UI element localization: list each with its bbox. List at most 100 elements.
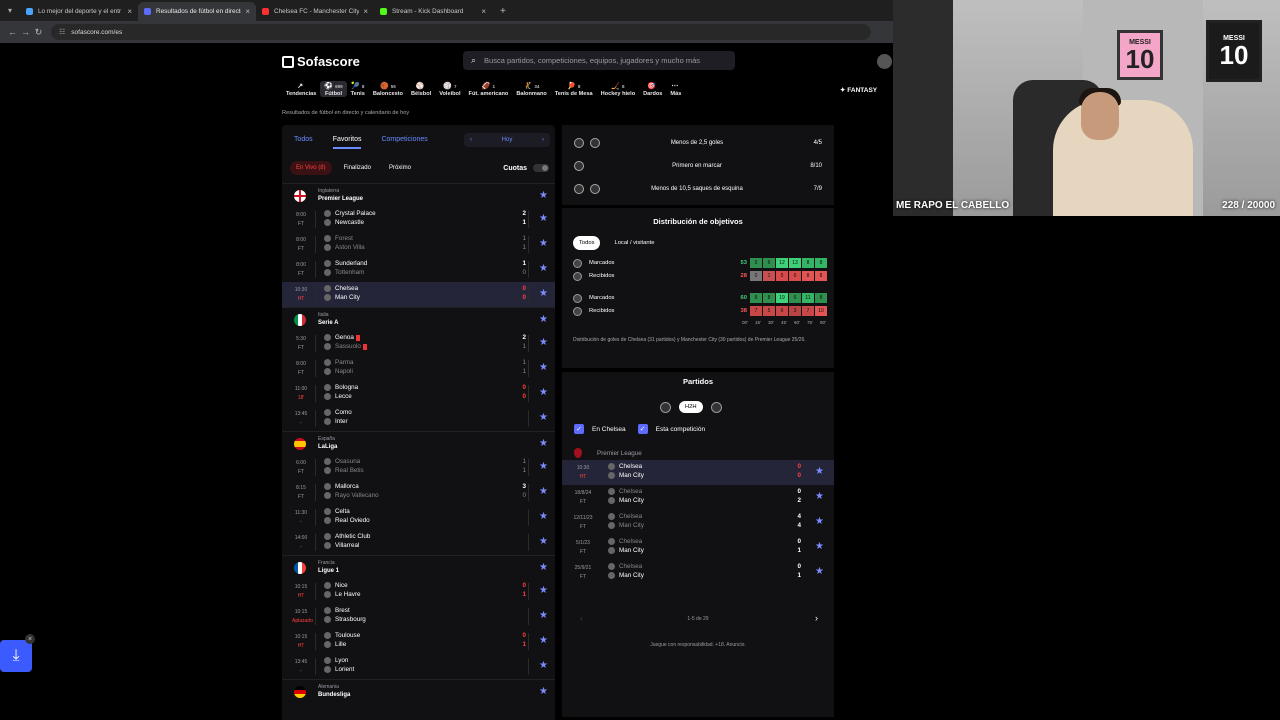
favorite-star-icon[interactable]: ★ (539, 288, 548, 299)
browser-tab[interactable]: Stream - Kick Dashboard × (374, 2, 492, 21)
match-row[interactable]: 8:15 FT Mallorca Rayo Vallecano 3 0 ★ (282, 480, 555, 505)
sport-tab[interactable]: 🏓 8 Tenis de Mesa (551, 81, 597, 97)
match-row[interactable]: 11:00 18' Bologna Lecce 0 0 ★ (282, 381, 555, 406)
reload-icon[interactable]: ↻ (32, 27, 45, 38)
new-tab-button[interactable]: + (492, 2, 514, 21)
sport-tab[interactable]: 🤾 34 Balonmano (512, 81, 550, 97)
favorite-star-icon[interactable]: ★ (539, 635, 548, 646)
favorite-star-icon[interactable]: ★ (539, 387, 548, 398)
odds-toggle[interactable]: Cuotas (503, 164, 549, 172)
h2h-match-row[interactable]: 12/11/23 FT Chelsea Man City 4 4 ★ (562, 510, 834, 535)
url-field[interactable]: ☷ sofascore.com/es (51, 24, 871, 40)
odds-switch[interactable] (533, 164, 549, 172)
favorite-star-icon[interactable]: ★ (539, 238, 548, 249)
sport-tab[interactable]: 🎾 8 Tenis (347, 81, 369, 97)
day-label[interactable]: Hoy (502, 137, 513, 143)
browser-tab[interactable]: Lo mejor del deporte y el entr × (20, 2, 138, 21)
favorite-star-icon[interactable]: ★ (539, 562, 548, 573)
tab-close-icon[interactable]: × (363, 7, 368, 16)
filter-upcoming[interactable]: Próximo (383, 161, 417, 175)
favorite-star-icon[interactable]: ★ (815, 491, 824, 502)
tab-close-icon[interactable]: × (127, 7, 132, 16)
close-icon[interactable]: × (25, 634, 35, 644)
sport-tab[interactable]: 🏒 8 Hockey hielo (597, 81, 640, 97)
h2h-match-row[interactable]: 18/8/24 FT Chelsea Man City 0 2 ★ (562, 485, 834, 510)
league-header[interactable]: Inglaterra Premier League ★ (282, 183, 555, 207)
sport-tab[interactable]: 🏐 7 Voleibol (435, 81, 464, 97)
tab-competiciones[interactable]: Competiciones (381, 136, 427, 143)
back-icon[interactable]: ← (6, 27, 19, 37)
filter-finished[interactable]: Finalizado (338, 161, 377, 175)
h2h-match-row[interactable]: 10:30 HT Chelsea Man City 0 0 ★ (562, 460, 834, 485)
favorite-star-icon[interactable]: ★ (815, 466, 824, 477)
match-row[interactable]: 8:00 FT Forest Aston Villa 1 1 ★ (282, 232, 555, 257)
favorite-star-icon[interactable]: ★ (539, 610, 548, 621)
favorite-star-icon[interactable]: ★ (539, 686, 548, 697)
sport-tab[interactable]: ↗ Tendencias (282, 81, 320, 97)
favorite-star-icon[interactable]: ★ (539, 461, 548, 472)
league-header[interactable]: España LaLiga ★ (282, 431, 555, 455)
sport-tab[interactable]: 🏈 1 Fút. americano (465, 81, 513, 97)
favorite-star-icon[interactable]: ★ (815, 566, 824, 577)
match-row[interactable]: 10:15 HT Toulouse Lille 0 1 ★ (282, 629, 555, 654)
esta-competicion-checkbox[interactable]: ✓ (637, 424, 648, 434)
match-row[interactable]: 5:30 FT Genoa Sassuolo 2 1 ★ (282, 331, 555, 356)
favorite-star-icon[interactable]: ★ (539, 585, 548, 596)
favorite-star-icon[interactable]: ★ (539, 511, 548, 522)
sport-tab[interactable]: ⚽ 699 Fútbol (320, 81, 347, 97)
favorite-star-icon[interactable]: ★ (539, 362, 548, 373)
chelsea-crest-icon[interactable] (660, 401, 671, 413)
sport-tab[interactable]: 🎯 Dardos (639, 81, 666, 97)
h2h-match-row[interactable]: 25/9/21 FT Chelsea Man City 0 1 ★ (562, 560, 834, 585)
sofascore-logo[interactable]: Sofascore (282, 54, 360, 69)
sport-tab[interactable]: 🏀 55 Baloncesto (369, 81, 407, 97)
tab-close-icon[interactable]: × (481, 7, 486, 16)
tab-search-icon[interactable]: ▾ (0, 0, 20, 21)
pill-home-away[interactable]: Local / visitante (608, 236, 660, 250)
download-icon[interactable]: ⤓ (0, 640, 32, 672)
tab-close-icon[interactable]: × (245, 7, 250, 16)
fantasy-link[interactable]: ✦ FANTASY (840, 86, 877, 94)
favorite-star-icon[interactable]: ★ (539, 263, 548, 274)
match-row[interactable]: 13:45 - Lyon Lorient ★ (282, 654, 555, 679)
prev-day-icon[interactable]: ‹ (470, 137, 472, 143)
browser-tab[interactable]: Chelsea FC - Manchester City C × (256, 2, 374, 21)
favorite-star-icon[interactable]: ★ (539, 337, 548, 348)
match-row[interactable]: 8:00 FT Sunderland Tottenham 1 0 ★ (282, 257, 555, 282)
h2h-match-row[interactable]: 5/1/23 FT Chelsea Man City 0 1 ★ (562, 535, 834, 560)
match-row[interactable]: 8:00 FT Crystal Palace Newcastle 2 1 ★ (282, 207, 555, 232)
favorite-star-icon[interactable]: ★ (815, 541, 824, 552)
favorite-star-icon[interactable]: ★ (539, 314, 548, 325)
tab-favoritos[interactable]: Favoritos (332, 130, 362, 149)
h2h-button[interactable]: H2H (679, 401, 703, 413)
user-avatar[interactable] (877, 54, 892, 69)
match-row[interactable]: 11:30 - Celta Real Oviedo ★ (282, 505, 555, 530)
league-header[interactable]: Italia Serie A ★ (282, 307, 555, 331)
league-header[interactable]: Francia Ligue 1 ★ (282, 555, 555, 579)
next-page-icon[interactable]: › (815, 613, 818, 623)
favorite-star-icon[interactable]: ★ (539, 190, 548, 201)
search-input[interactable]: ⌕ Busca partidos, competiciones, equipos… (463, 51, 735, 70)
favorite-star-icon[interactable]: ★ (539, 486, 548, 497)
sport-tab[interactable]: ⋯ Más (666, 81, 685, 97)
favorite-star-icon[interactable]: ★ (539, 438, 548, 449)
favorite-star-icon[interactable]: ★ (539, 660, 548, 671)
favorite-star-icon[interactable]: ★ (815, 516, 824, 527)
sport-tab[interactable]: ⚾ Béisbol (407, 81, 435, 97)
man-city-crest-icon[interactable] (710, 401, 722, 413)
league-header[interactable]: Alemania Bundesliga ★ (282, 679, 555, 703)
favorite-star-icon[interactable]: ★ (539, 412, 548, 423)
match-row[interactable]: 10:30 HT Chelsea Man City 0 0 ★ (282, 282, 555, 307)
match-row[interactable]: 8:00 FT Parma Napoli 1 1 ★ (282, 356, 555, 381)
match-row[interactable]: 6:00 FT Osasuna Real Betis 1 1 ★ (282, 455, 555, 480)
match-row[interactable]: 14:00 - Athletic Club Villarreal ★ (282, 530, 555, 555)
favorite-star-icon[interactable]: ★ (539, 213, 548, 224)
tab-todos[interactable]: Todos (294, 136, 313, 143)
en-chelsea-checkbox[interactable]: ✓ (574, 424, 584, 434)
match-row[interactable]: 13:45 - Como Inter ★ (282, 406, 555, 431)
next-day-icon[interactable]: › (542, 137, 544, 143)
forward-icon[interactable]: → (19, 27, 32, 37)
match-row[interactable]: 10:15 Aplazado Brest Strasbourg ★ (282, 604, 555, 629)
match-row[interactable]: 10:15 HT Nice Le Havre 0 1 ★ (282, 579, 555, 604)
browser-tab[interactable]: Resultados de fútbol en directo × (138, 2, 256, 21)
